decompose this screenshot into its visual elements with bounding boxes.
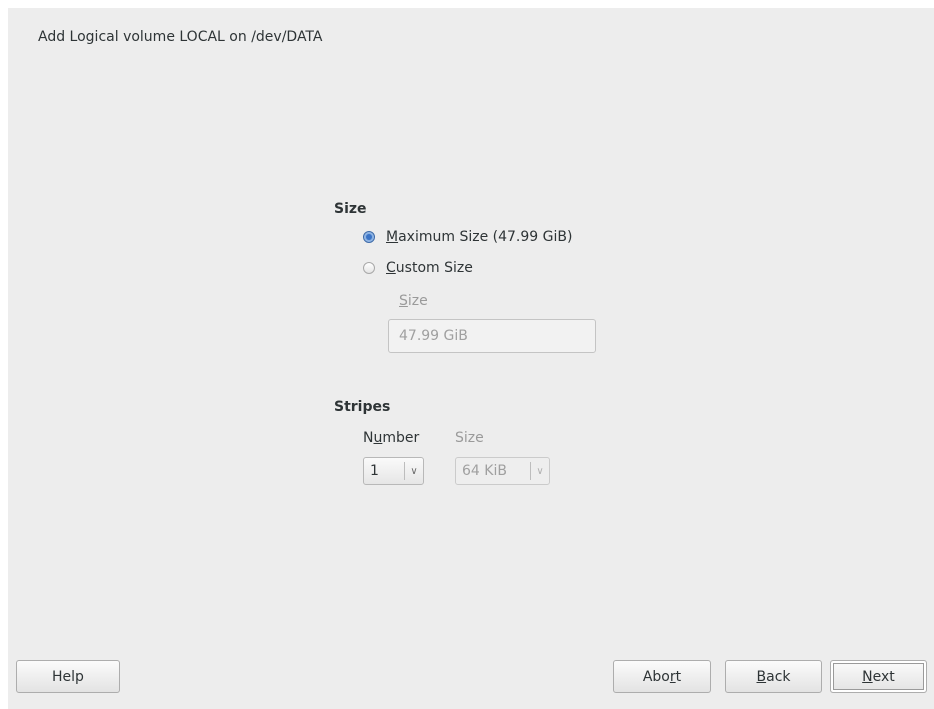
back-button[interactable]: Back (725, 660, 822, 693)
maximum-size-label: Maximum Size (47.99 GiB) (386, 229, 573, 245)
stripes-size-value: 64 KiB (462, 463, 507, 479)
dialog-window: Add Logical volume LOCAL on /dev/DATA Si… (8, 8, 934, 709)
radio-selected-icon (363, 231, 375, 243)
stripes-size-select[interactable]: 64 KiB ∨ (455, 457, 550, 485)
custom-size-radio[interactable]: Custom Size (363, 260, 473, 276)
custom-size-input[interactable]: 47.99 GiB (388, 319, 596, 353)
stripes-number-value: 1 (370, 463, 379, 479)
help-button[interactable]: Help (16, 660, 120, 693)
abort-button[interactable]: Abo r t (613, 660, 711, 693)
custom-size-label: Custom Size (386, 260, 473, 276)
chevron-down-icon: ∨ (536, 465, 544, 477)
size-section-heading: Size (334, 201, 367, 217)
next-button[interactable]: Next (830, 660, 927, 693)
custom-size-field-label: Size (399, 293, 428, 309)
stripes-section-heading: Stripes (334, 399, 391, 415)
dialog-title: Add Logical volume LOCAL on /dev/DATA (38, 29, 323, 45)
chevron-down-icon: ∨ (410, 465, 418, 477)
stripes-size-label: Size (455, 430, 484, 446)
stripes-number-label: Number (363, 430, 420, 446)
maximum-size-radio[interactable]: Maximum Size (47.99 GiB) (363, 229, 572, 245)
radio-unselected-icon (363, 262, 375, 274)
stripes-number-select[interactable]: 1 ∨ (363, 457, 424, 485)
